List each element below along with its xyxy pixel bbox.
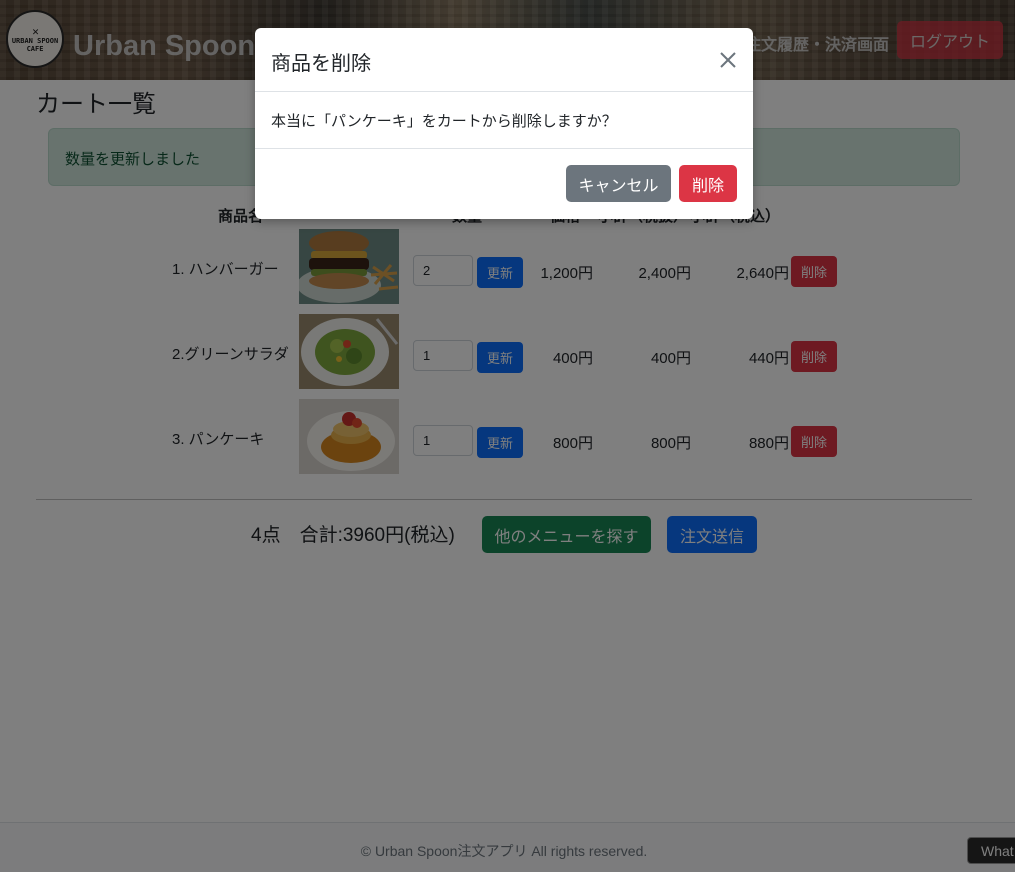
modal-header-divider bbox=[255, 91, 753, 92]
delete-confirm-modal: 商品を削除 本当に「パンケーキ」をカートから削除しますか？ キャンセル 削除 bbox=[255, 28, 753, 219]
modal-cancel-button[interactable]: キャンセル bbox=[566, 165, 671, 202]
modal-title: 商品を削除 bbox=[271, 53, 371, 75]
modal-footer-divider bbox=[255, 148, 753, 149]
modal-delete-button[interactable]: 削除 bbox=[679, 165, 737, 202]
modal-body-text: 本当に「パンケーキ」をカートから削除しますか？ bbox=[271, 113, 617, 130]
close-icon[interactable] bbox=[718, 50, 738, 70]
